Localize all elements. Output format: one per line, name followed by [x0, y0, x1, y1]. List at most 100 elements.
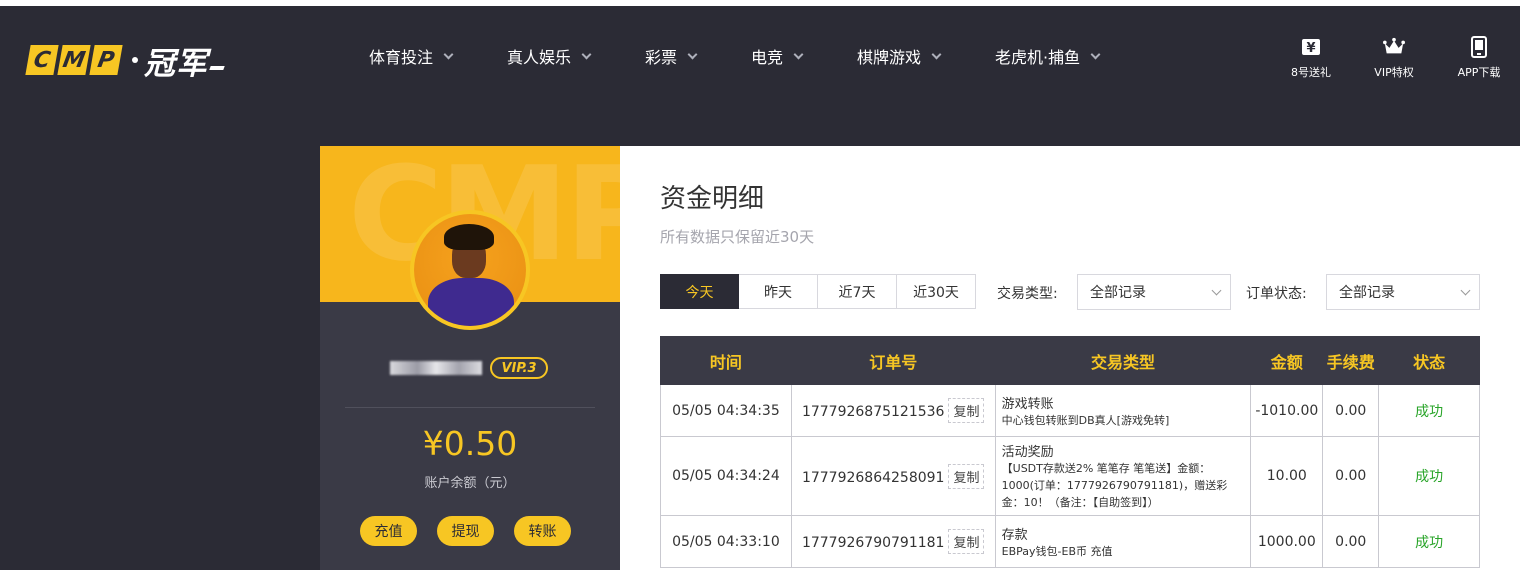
site-header: C M P 冠军 体育投注 真人娱乐 彩票 电竞 棋牌游戏 老虎机·捕鱼 ¥ 8… [0, 6, 1520, 108]
transaction-type-label: 交易类型: [997, 286, 1058, 302]
table-row: 05/05 04:33:10 1777926790791181 复制 存款 EBP… [660, 515, 1480, 568]
row-order-number: 1777926864258091 [801, 469, 945, 486]
nav-lottery[interactable]: 彩票 [645, 40, 698, 72]
fund-details-table: 时间 订单号 交易类型 金额 手续费 状态 05/05 04:34:35 177… [660, 336, 1480, 568]
row-time: 05/05 04:34:35 [660, 384, 792, 437]
nav-live-casino[interactable]: 真人娱乐 [507, 40, 592, 72]
row-type-main: 游戏转账 [1001, 396, 1054, 412]
profile-divider [345, 407, 595, 408]
nav-label: 体育投注 [369, 48, 434, 67]
avatar-shirt [428, 278, 514, 326]
row-time: 05/05 04:33:10 [660, 515, 792, 568]
nav-slots-fishing[interactable]: 老虎机·捕鱼 [995, 40, 1101, 72]
deposit-button[interactable]: 充值 [360, 516, 417, 546]
logo-letter-c: C [25, 45, 59, 75]
tab-today[interactable]: 今天 [660, 274, 739, 309]
row-type-cell: 存款 EBPay钱包-EB币 充值 [994, 515, 1252, 568]
nav-label: 电竞 [751, 48, 784, 67]
avatar-image [414, 214, 526, 326]
logo-tail-mark [209, 66, 225, 70]
chevron-down-icon [1460, 285, 1471, 296]
transaction-type-select[interactable]: 全部记录 [1077, 274, 1231, 310]
svg-text:¥: ¥ [1306, 41, 1315, 56]
avatar[interactable] [410, 210, 530, 330]
balance-label: 账户余额（元） [424, 476, 516, 491]
logo-letter-m: M [57, 45, 91, 75]
nav-esports[interactable]: 电竞 [751, 40, 804, 72]
chevron-down-icon [581, 49, 592, 59]
row-type-sub: 中心钱包转账到DB真人[游戏免转] [1001, 413, 1170, 427]
row-order-number: 1777926790791181 [801, 535, 945, 551]
nav-label: 真人娱乐 [507, 48, 572, 67]
copy-order-button[interactable]: 复制 [948, 398, 985, 423]
table-header-row: 时间 订单号 交易类型 金额 手续费 状态 [660, 336, 1480, 385]
column-header-status: 状态 [1378, 336, 1480, 385]
chevron-down-icon [687, 49, 698, 59]
app-download-link[interactable]: APP下载 [1444, 36, 1514, 80]
vip-label: VIP特权 [1374, 66, 1414, 79]
table-row: 05/05 04:34:24 1777926864258091 复制 活动奖励 【… [660, 436, 1480, 516]
row-order-cell: 1777926875121536 复制 [790, 384, 996, 437]
chevron-down-icon [793, 49, 804, 59]
account-balance: ¥0.50 [422, 424, 518, 463]
row-type-main: 活动奖励 [1001, 445, 1054, 460]
row-status: 成功 [1378, 384, 1480, 437]
tab-last-30-days[interactable]: 近30天 [897, 274, 976, 309]
logo-dot [132, 57, 138, 63]
row-amount: 10.00 [1250, 436, 1324, 516]
column-header-type: 交易类型 [994, 336, 1252, 385]
row-amount: -1010.00 [1250, 384, 1324, 437]
row-order-cell: 1777926790791181 复制 [790, 515, 996, 568]
page-subtitle: 所有数据只保留近30天 [660, 228, 815, 246]
order-status-label: 订单状态: [1246, 286, 1307, 302]
chevron-down-icon [443, 49, 454, 59]
nav-label: 棋牌游戏 [857, 48, 922, 67]
logo-chinese-text: 冠军 [144, 45, 208, 82]
transaction-type-value: 全部记录 [1090, 285, 1146, 301]
chevron-down-icon [1211, 285, 1222, 296]
nav-label: 老虎机·捕鱼 [995, 48, 1081, 67]
tab-yesterday[interactable]: 昨天 [739, 274, 818, 309]
column-header-amount: 金额 [1250, 336, 1324, 385]
vip-link[interactable]: VIP特权 [1359, 36, 1429, 80]
transfer-button[interactable]: 转账 [514, 516, 571, 546]
profile-panel: CMP VIP.3 ¥0.50 账户余额（元） 充值 提现 转账 [320, 146, 620, 570]
row-type-cell: 游戏转账 中心钱包转账到DB真人[游戏免转] [994, 384, 1252, 437]
chevron-down-icon [931, 49, 942, 59]
row-order-number: 1777926875121536 [801, 404, 945, 420]
nav-sports[interactable]: 体育投注 [369, 40, 454, 72]
logo-letter-p: P [89, 45, 123, 75]
date-tabs: 今天 昨天 近7天 近30天 [660, 274, 976, 309]
order-status-select[interactable]: 全部记录 [1326, 274, 1480, 310]
username-blurred [390, 358, 482, 378]
row-type-sub: 【USDT存款送2% 笔笔存 笔笔送】金额：1000(订单：1777926790… [1001, 462, 1228, 509]
nav-card-games[interactable]: 棋牌游戏 [857, 40, 942, 72]
gift-link[interactable]: ¥ 8号送礼 [1276, 36, 1346, 80]
table-row: 05/05 04:34:35 1777926875121536 复制 游戏转账 中… [660, 384, 1480, 437]
chevron-down-icon [1090, 49, 1101, 59]
crown-icon [1383, 36, 1405, 58]
row-status: 成功 [1378, 515, 1480, 568]
column-header-time: 时间 [660, 336, 792, 385]
column-header-fee: 手续费 [1322, 336, 1380, 385]
copy-order-button[interactable]: 复制 [948, 529, 985, 554]
gift-label: 8号送礼 [1291, 66, 1331, 79]
fund-details-content: 资金明细 所有数据只保留近30天 今天 昨天 近7天 近30天 交易类型: 全部… [620, 146, 1520, 570]
tab-last-7-days[interactable]: 近7天 [818, 274, 897, 309]
row-fee: 0.00 [1322, 436, 1380, 516]
row-fee: 0.00 [1322, 515, 1380, 568]
copy-order-button[interactable]: 复制 [948, 463, 985, 489]
row-fee: 0.00 [1322, 384, 1380, 437]
withdraw-button[interactable]: 提现 [437, 516, 494, 546]
row-time: 05/05 04:34:24 [660, 436, 792, 516]
cmp-logo[interactable]: C M P 冠军 [25, 42, 225, 82]
row-amount: 1000.00 [1250, 515, 1324, 568]
app-download-label: APP下载 [1457, 66, 1501, 79]
vip-badge[interactable]: VIP.3 [490, 357, 548, 379]
order-status-value: 全部记录 [1339, 285, 1395, 301]
nav-label: 彩票 [645, 48, 678, 67]
avatar-hair [444, 224, 494, 250]
row-type-cell: 活动奖励 【USDT存款送2% 笔笔存 笔笔送】金额：1000(订单：17779… [994, 436, 1252, 516]
page-title: 资金明细 [660, 184, 765, 214]
row-type-sub: EBPay钱包-EB币 充值 [1001, 544, 1113, 558]
